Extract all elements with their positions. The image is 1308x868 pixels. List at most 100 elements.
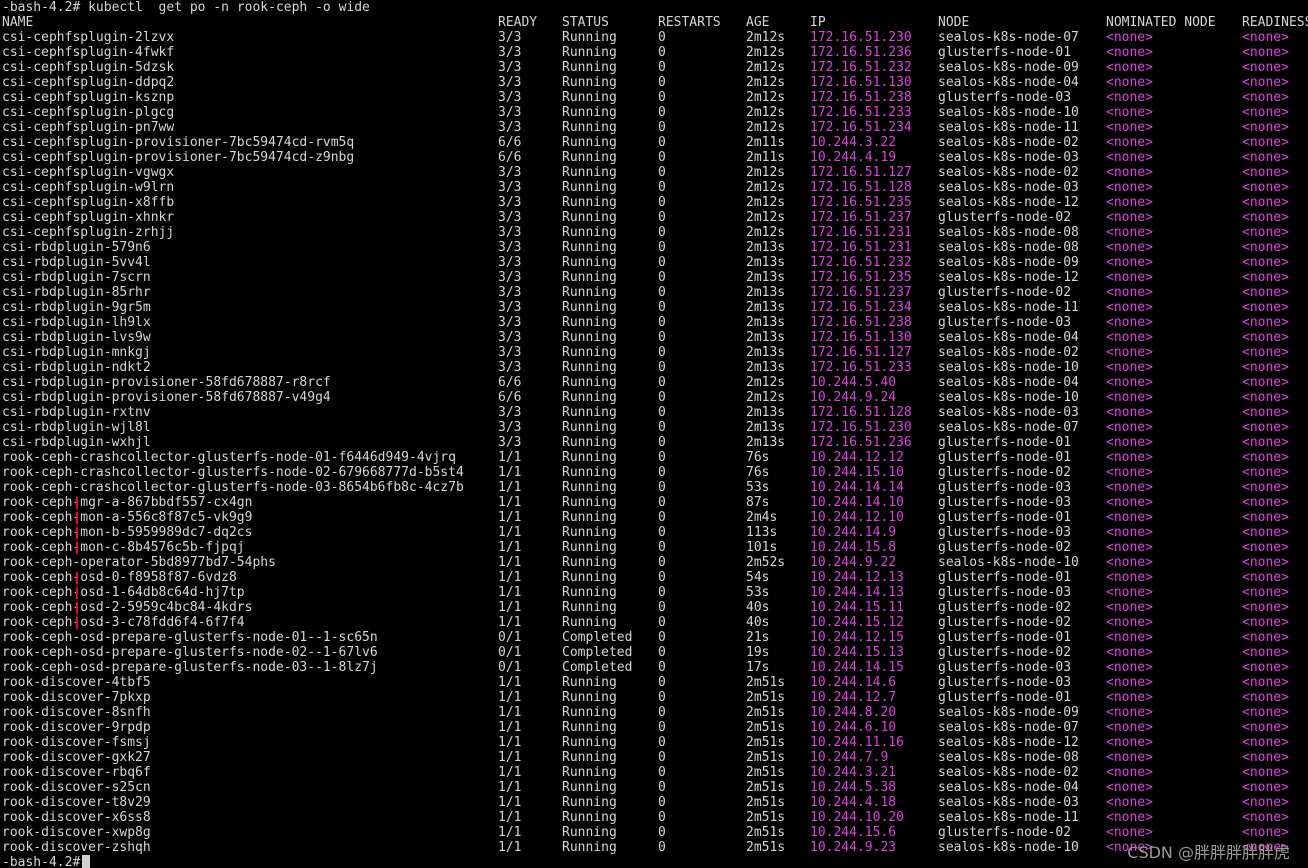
cell-node: glusterfs-node-02 bbox=[938, 825, 1072, 840]
table-row: csi-rbdplugin-provisioner-58fd678887-v49… bbox=[0, 390, 1308, 405]
cell-readiness-gates: <none> bbox=[1242, 180, 1289, 195]
table-row: csi-cephfsplugin-pn7ww 3/3 Running 0 2m12s 17… bbox=[0, 120, 1308, 135]
cell-restarts: 0 bbox=[658, 270, 666, 285]
cell-name: csi-cephfsplugin-ddpq2 bbox=[2, 75, 175, 90]
cell-ready: 3/3 bbox=[498, 60, 522, 75]
cell-status: Running bbox=[562, 705, 617, 720]
cell-node: sealos-k8s-node-03 bbox=[938, 180, 1079, 195]
cell-readiness-gates: <none> bbox=[1242, 240, 1289, 255]
cell-status: Running bbox=[562, 780, 617, 795]
cell-name: rook-discover-fsmsj bbox=[2, 735, 151, 750]
cell-nominated-node: <none> bbox=[1106, 780, 1153, 795]
cell-age: 2m12s bbox=[746, 75, 786, 90]
cell-nominated-node: <none> bbox=[1106, 285, 1153, 300]
cell-node: glusterfs-node-02 bbox=[938, 465, 1072, 480]
cell-node: sealos-k8s-node-09 bbox=[938, 60, 1079, 75]
cell-name: csi-rbdplugin-lvs9w bbox=[2, 330, 151, 345]
cell-node: sealos-k8s-node-11 bbox=[938, 300, 1079, 315]
cell-node: sealos-k8s-node-10 bbox=[938, 840, 1079, 855]
cell-name: rook-discover-8snfh bbox=[2, 705, 151, 720]
table-row: rook-discover-fsmsj 1/1 Running 0 2m51s 10.24… bbox=[0, 735, 1308, 750]
cell-nominated-node: <none> bbox=[1106, 390, 1153, 405]
cell-age: 40s bbox=[746, 600, 770, 615]
cell-readiness-gates: <none> bbox=[1242, 405, 1289, 420]
cell-node: glusterfs-node-01 bbox=[938, 570, 1072, 585]
cell-status: Running bbox=[562, 330, 617, 345]
cell-status: Running bbox=[562, 810, 617, 825]
cell-age: 2m12s bbox=[746, 210, 786, 225]
cell-age: 2m13s bbox=[746, 285, 786, 300]
cell-nominated-node: <none> bbox=[1106, 240, 1153, 255]
cell-age: 2m12s bbox=[746, 195, 786, 210]
cell-name: rook-ceph-osd-3-c78fdd6f4-6f7f4 bbox=[2, 615, 245, 630]
cell-status: Running bbox=[562, 435, 617, 450]
cell-readiness-gates: <none> bbox=[1242, 720, 1289, 735]
cell-age: 2m51s bbox=[746, 795, 786, 810]
cell-ip: 172.16.51.235 bbox=[810, 270, 912, 285]
cell-ready: 1/1 bbox=[498, 615, 522, 630]
cell-age: 2m13s bbox=[746, 405, 786, 420]
cell-ready: 1/1 bbox=[498, 525, 522, 540]
cell-restarts: 0 bbox=[658, 630, 666, 645]
cell-age: 2m51s bbox=[746, 780, 786, 795]
header-age: AGE bbox=[746, 15, 770, 30]
cell-restarts: 0 bbox=[658, 135, 666, 150]
cell-status: Running bbox=[562, 795, 617, 810]
cell-ip: 10.244.14.6 bbox=[810, 675, 897, 690]
shell-command: kubectl get po -n rook-ceph -o wide bbox=[88, 0, 370, 15]
cell-node: glusterfs-node-03 bbox=[938, 525, 1072, 540]
cell-name: rook-discover-t8v29 bbox=[2, 795, 151, 810]
cell-readiness-gates: <none> bbox=[1242, 45, 1289, 60]
cell-age: 2m13s bbox=[746, 420, 786, 435]
cell-age: 2m51s bbox=[746, 810, 786, 825]
cell-restarts: 0 bbox=[658, 315, 666, 330]
cell-readiness-gates: <none> bbox=[1242, 75, 1289, 90]
cell-name: rook-discover-zshqh bbox=[2, 840, 151, 855]
cell-readiness-gates: <none> bbox=[1242, 60, 1289, 75]
table-row: csi-cephfsplugin-ddpq2 3/3 Running 0 2m12s 17… bbox=[0, 75, 1308, 90]
table-row: csi-cephfsplugin-provisioner-7bc59474cd-… bbox=[0, 150, 1308, 165]
cell-nominated-node: <none> bbox=[1106, 420, 1153, 435]
cell-nominated-node: <none> bbox=[1106, 405, 1153, 420]
cell-name: csi-rbdplugin-7scrn bbox=[2, 270, 151, 285]
cell-restarts: 0 bbox=[658, 840, 666, 855]
table-row: rook-discover-8snfh 1/1 Running 0 2m51s 10.24… bbox=[0, 705, 1308, 720]
cell-ip: 10.244.10.20 bbox=[810, 810, 904, 825]
table-row: csi-cephfsplugin-provisioner-7bc59474cd-… bbox=[0, 135, 1308, 150]
cell-nominated-node: <none> bbox=[1106, 120, 1153, 135]
cell-age: 2m13s bbox=[746, 360, 786, 375]
end-prompt-line[interactable]: -bash-4.2# bbox=[0, 855, 1308, 868]
cell-ip: 10.244.15.6 bbox=[810, 825, 897, 840]
cell-readiness-gates: <none> bbox=[1242, 105, 1289, 120]
cell-status: Running bbox=[562, 165, 617, 180]
cell-readiness-gates: <none> bbox=[1242, 195, 1289, 210]
cell-node: sealos-k8s-node-10 bbox=[938, 555, 1079, 570]
table-row: rook-discover-s25cn 1/1 Running 0 2m51s 10.24… bbox=[0, 780, 1308, 795]
cell-readiness-gates: <none> bbox=[1242, 600, 1289, 615]
cell-restarts: 0 bbox=[658, 525, 666, 540]
cell-status: Running bbox=[562, 270, 617, 285]
cell-age: 2m51s bbox=[746, 840, 786, 855]
cell-age: 2m13s bbox=[746, 435, 786, 450]
cell-age: 87s bbox=[746, 495, 770, 510]
cell-status: Running bbox=[562, 495, 617, 510]
cell-readiness-gates: <none> bbox=[1242, 300, 1289, 315]
cell-restarts: 0 bbox=[658, 75, 666, 90]
cell-age: 2m4s bbox=[746, 510, 778, 525]
cell-readiness-gates: <none> bbox=[1242, 630, 1289, 645]
cell-readiness-gates: <none> bbox=[1242, 540, 1289, 555]
header-name: NAME bbox=[2, 15, 34, 30]
cell-name: csi-cephfsplugin-2lzvx bbox=[2, 30, 175, 45]
cell-name: rook-discover-rbq6f bbox=[2, 765, 151, 780]
cell-node: glusterfs-node-02 bbox=[938, 540, 1072, 555]
cell-ready: 3/3 bbox=[498, 75, 522, 90]
terminal-window[interactable]: -bash-4.2# kubectl get po -n rook-ceph -… bbox=[0, 0, 1308, 868]
cell-restarts: 0 bbox=[658, 570, 666, 585]
cell-name: rook-ceph-operator-5bd8977bd7-54phs bbox=[2, 555, 276, 570]
cell-ip: 172.16.51.233 bbox=[810, 105, 912, 120]
cell-ready: 3/3 bbox=[498, 90, 522, 105]
header-restarts: RESTARTS bbox=[658, 15, 721, 30]
cell-restarts: 0 bbox=[658, 120, 666, 135]
cell-node: glusterfs-node-01 bbox=[938, 630, 1072, 645]
cell-nominated-node: <none> bbox=[1106, 90, 1153, 105]
